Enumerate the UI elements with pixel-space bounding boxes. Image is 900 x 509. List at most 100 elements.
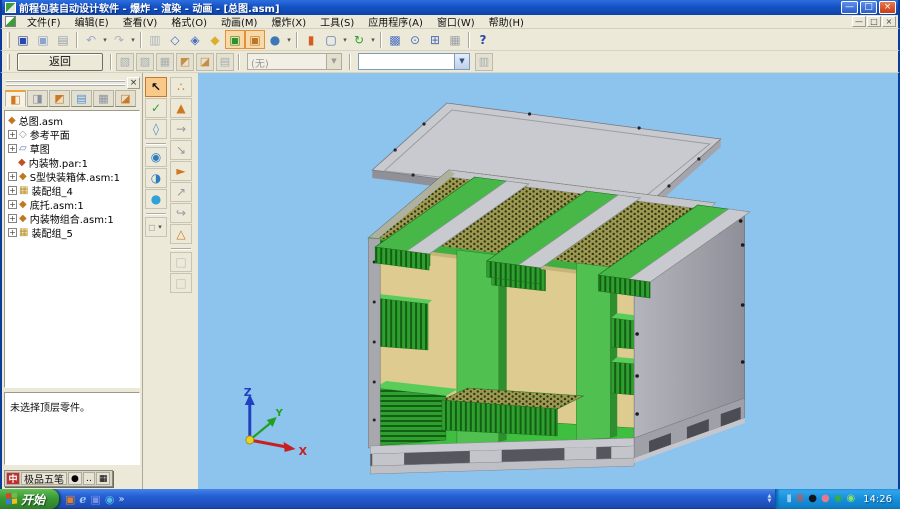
ime-fullwidth-button[interactable]: ● (68, 472, 82, 485)
explode-mode-button[interactable]: ▣ (225, 30, 245, 49)
explode-select-button[interactable]: ◪ (196, 53, 214, 71)
unbind-parts-button[interactable]: ↪ (170, 203, 192, 223)
refresh-dropdown-arrow-icon[interactable]: ▾ (369, 36, 377, 44)
tab-help[interactable]: ◪ (115, 90, 136, 107)
undo-button[interactable]: ↶ (81, 30, 101, 49)
wireframe-globe-button[interactable]: ● (145, 189, 167, 209)
move-part-button[interactable]: ► (170, 161, 192, 181)
tree-item[interactable]: + ◆ 底托.asm:1 (8, 197, 139, 211)
tree-item[interactable]: + ◇ 参考平面 (8, 127, 139, 141)
save-all-button[interactable]: ▣ (33, 30, 53, 49)
explode-auto-button[interactable]: ◩ (176, 53, 194, 71)
zoom-area-button[interactable]: ▩ (385, 30, 405, 49)
copy-part-button[interactable]: ▥ (145, 30, 165, 49)
ime-keyboard-button[interactable]: ▦ (96, 472, 111, 485)
flow-line-button[interactable]: → (170, 119, 192, 139)
tab-sensors[interactable]: ▦ (93, 90, 114, 107)
toolbar-grip[interactable] (7, 32, 10, 48)
tab-parts-library[interactable]: ◨ (27, 90, 48, 107)
save-button[interactable]: ▣ (13, 30, 33, 49)
fit-view-button[interactable]: ⊞ (425, 30, 445, 49)
menu-animation[interactable]: 动画(M) (214, 14, 264, 29)
restore-button[interactable]: □ (860, 1, 877, 14)
minimize-button[interactable]: — (841, 1, 858, 14)
viewport-canvas[interactable]: Z X Y (198, 73, 898, 489)
explode-options-button[interactable]: ▨ (136, 53, 154, 71)
expand-icon[interactable]: + (8, 186, 17, 195)
orientation-dropdown-arrow-icon[interactable]: ▾ (285, 36, 293, 44)
zoom-button[interactable]: ⊙ (405, 30, 425, 49)
print-button[interactable]: ▤ (53, 30, 73, 49)
tree-item[interactable]: ◆ 内装物.par:1 (8, 155, 139, 169)
explode-part-button[interactable]: ▲ (170, 98, 192, 118)
window-style-button[interactable]: ▢ (321, 30, 341, 49)
return-button[interactable]: 返回 (17, 53, 103, 71)
render-box-button[interactable]: ◆ (205, 30, 225, 49)
window-style-dropdown-arrow-icon[interactable]: ▾ (341, 36, 349, 44)
quick-launch-overflow[interactable]: » (118, 494, 124, 505)
tree-item[interactable]: + ◆ S型快装箱体.asm:1 (8, 169, 139, 183)
expand-icon[interactable]: + (8, 144, 17, 153)
erase-tool-button[interactable]: ◊ (145, 119, 167, 139)
placeholder-a-button[interactable]: □ (170, 252, 192, 272)
network-error-icon[interactable]: ⊠ (796, 494, 804, 504)
explode-group-button[interactable]: ▦ (156, 53, 174, 71)
messenger-tray-icon[interactable]: ▮ (786, 494, 792, 504)
antivirus-money-icon[interactable]: ◉ (834, 494, 843, 504)
mdi-close-button[interactable]: × (882, 16, 896, 27)
tab-alternate-assemblies[interactable]: ◩ (49, 90, 70, 107)
previous-view-button[interactable]: ▦ (445, 30, 465, 49)
tree-item[interactable]: + ▦ 装配组_4 (8, 183, 139, 197)
combo-arrow-icon[interactable]: ▼ (454, 54, 469, 69)
animation-mode-button[interactable]: ▣ (245, 30, 265, 49)
explode-list-button[interactable]: ▤ (216, 53, 234, 71)
orientation-sphere-button[interactable]: ● (265, 30, 285, 49)
menu-view[interactable]: 查看(V) (116, 14, 165, 29)
messenger-launch-icon[interactable]: ▣ (90, 493, 100, 506)
redo-button[interactable]: ↷ (109, 30, 129, 49)
tab-assembly-pathfinder[interactable]: ◧ (5, 90, 26, 107)
edgebar-close-button[interactable]: × (127, 77, 140, 89)
shaded-globe-button[interactable]: ◉ (145, 147, 167, 167)
menu-explode[interactable]: 爆炸(X) (264, 14, 313, 29)
menu-help[interactable]: 帮助(H) (482, 14, 531, 29)
redo-dropdown-arrow-icon[interactable]: ▾ (129, 36, 137, 44)
ime-punctuation-button[interactable]: ‥ (83, 472, 95, 485)
tab-layers[interactable]: ▤ (71, 90, 92, 107)
shaded-view-button[interactable]: ◇ (165, 30, 185, 49)
toolbar-grip[interactable] (7, 54, 10, 70)
close-button[interactable]: × (879, 1, 896, 14)
collapse-explode-button[interactable]: △ (170, 224, 192, 244)
menu-window[interactable]: 窗口(W) (430, 14, 482, 29)
placeholder-b-button[interactable]: □ (170, 273, 192, 293)
menu-file[interactable]: 文件(F) (20, 14, 68, 29)
viewport[interactable]: Z X Y (198, 73, 898, 489)
taskbar-grip[interactable]: ▲ ▼ (763, 489, 775, 509)
ime-language-button[interactable]: 中 (6, 472, 20, 485)
settings-folder-button[interactable]: ▮ (301, 30, 321, 49)
expand-icon[interactable]: + (8, 130, 17, 139)
select-tool-button[interactable]: ↖ (145, 77, 167, 97)
tree-item[interactable]: ◆ 总图.asm (8, 113, 139, 127)
ime-name-label[interactable]: 极品五笔 (21, 472, 67, 485)
expand-icon[interactable]: + (8, 172, 17, 181)
more-tools-dropdown-arrow-icon[interactable]: ▾ (156, 223, 164, 231)
menu-format[interactable]: 格式(O) (164, 14, 214, 29)
security-shield-icon[interactable]: ◉ (846, 494, 855, 504)
half-shaded-globe-button[interactable]: ◑ (145, 168, 167, 188)
menu-applications[interactable]: 应用程序(A) (361, 14, 430, 29)
internet-explorer-icon[interactable]: e (79, 493, 86, 506)
sketch-check-button[interactable]: ✓ (145, 98, 167, 118)
menu-edit[interactable]: 编辑(E) (68, 14, 116, 29)
expand-icon[interactable]: + (8, 200, 17, 209)
download-manager-icon[interactable]: ● (821, 494, 830, 504)
start-button[interactable]: 开始 (0, 489, 59, 509)
undo-dropdown-arrow-icon[interactable]: ▾ (101, 36, 109, 44)
explode-settings-button[interactable]: ▧ (116, 53, 134, 71)
tree-item[interactable]: + ▦ 装配组_5 (8, 225, 139, 239)
mdi-minimize-button[interactable]: — (852, 16, 866, 27)
reposition-part-button[interactable]: ↘ (170, 140, 192, 160)
browser-globe-icon[interactable]: ◉ (105, 493, 115, 506)
expand-icon[interactable]: + (8, 214, 17, 223)
mdi-restore-button[interactable]: □ (867, 16, 881, 27)
